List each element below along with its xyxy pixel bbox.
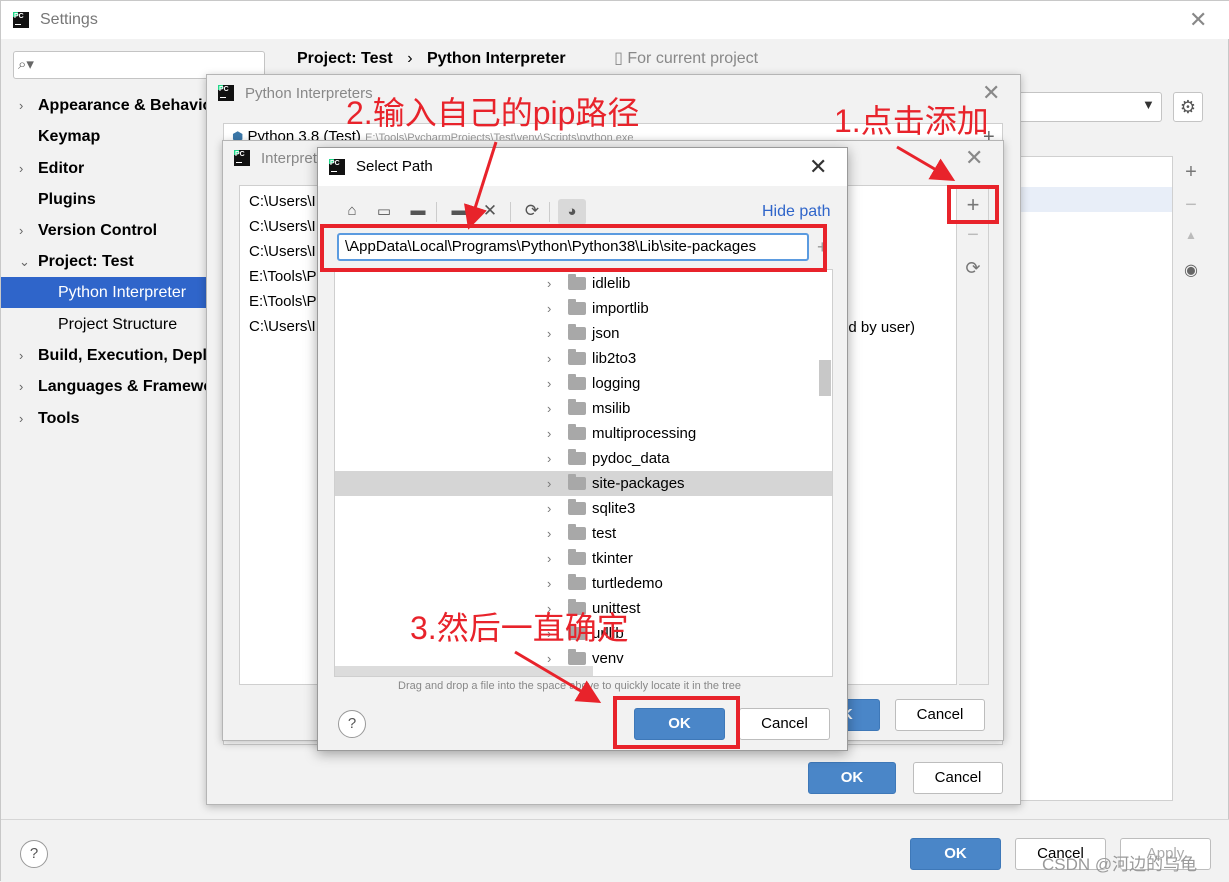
arrow-step1 (896, 145, 956, 182)
arrow-step3 (514, 650, 602, 704)
watermark: CSDN @河边的乌龟 (1042, 855, 1198, 874)
annotation-arrows (464, 141, 956, 704)
arrow-step2 (464, 141, 498, 230)
